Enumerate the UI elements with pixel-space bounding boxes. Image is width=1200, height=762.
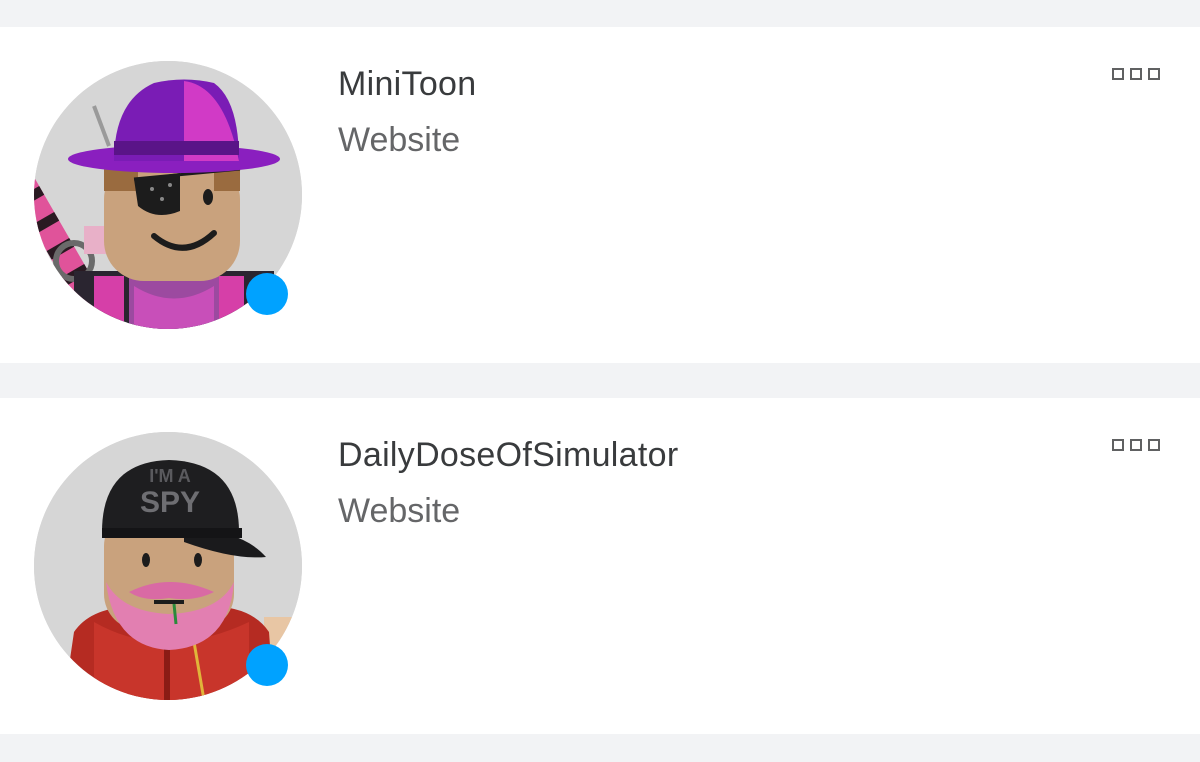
more-dot-icon — [1130, 439, 1142, 451]
cap-text-bottom: SPY — [140, 486, 200, 519]
friend-status-location: Website — [338, 121, 461, 159]
more-dot-icon — [1130, 68, 1142, 80]
friend-name[interactable]: DailyDoseOfSimulator — [338, 436, 678, 475]
friend-card[interactable]: MiniToon Website — [0, 27, 1200, 363]
more-options-button[interactable] — [1104, 61, 1168, 87]
friend-name[interactable]: MiniToon — [338, 65, 476, 104]
avatar[interactable] — [34, 61, 302, 329]
more-dot-icon — [1112, 439, 1124, 451]
online-status-indicator — [246, 644, 288, 686]
more-dot-icon — [1148, 439, 1160, 451]
more-dot-icon — [1148, 68, 1160, 80]
more-dot-icon — [1112, 68, 1124, 80]
avatar[interactable]: I'M A SPY — [34, 432, 302, 700]
cap-text-top: I'M A — [149, 466, 191, 486]
more-options-button[interactable] — [1104, 432, 1168, 458]
online-status-indicator — [246, 273, 288, 315]
friend-card[interactable]: I'M A SPY DailyDoseOfSimulator Website — [0, 398, 1200, 734]
friend-status-location: Website — [338, 492, 461, 530]
